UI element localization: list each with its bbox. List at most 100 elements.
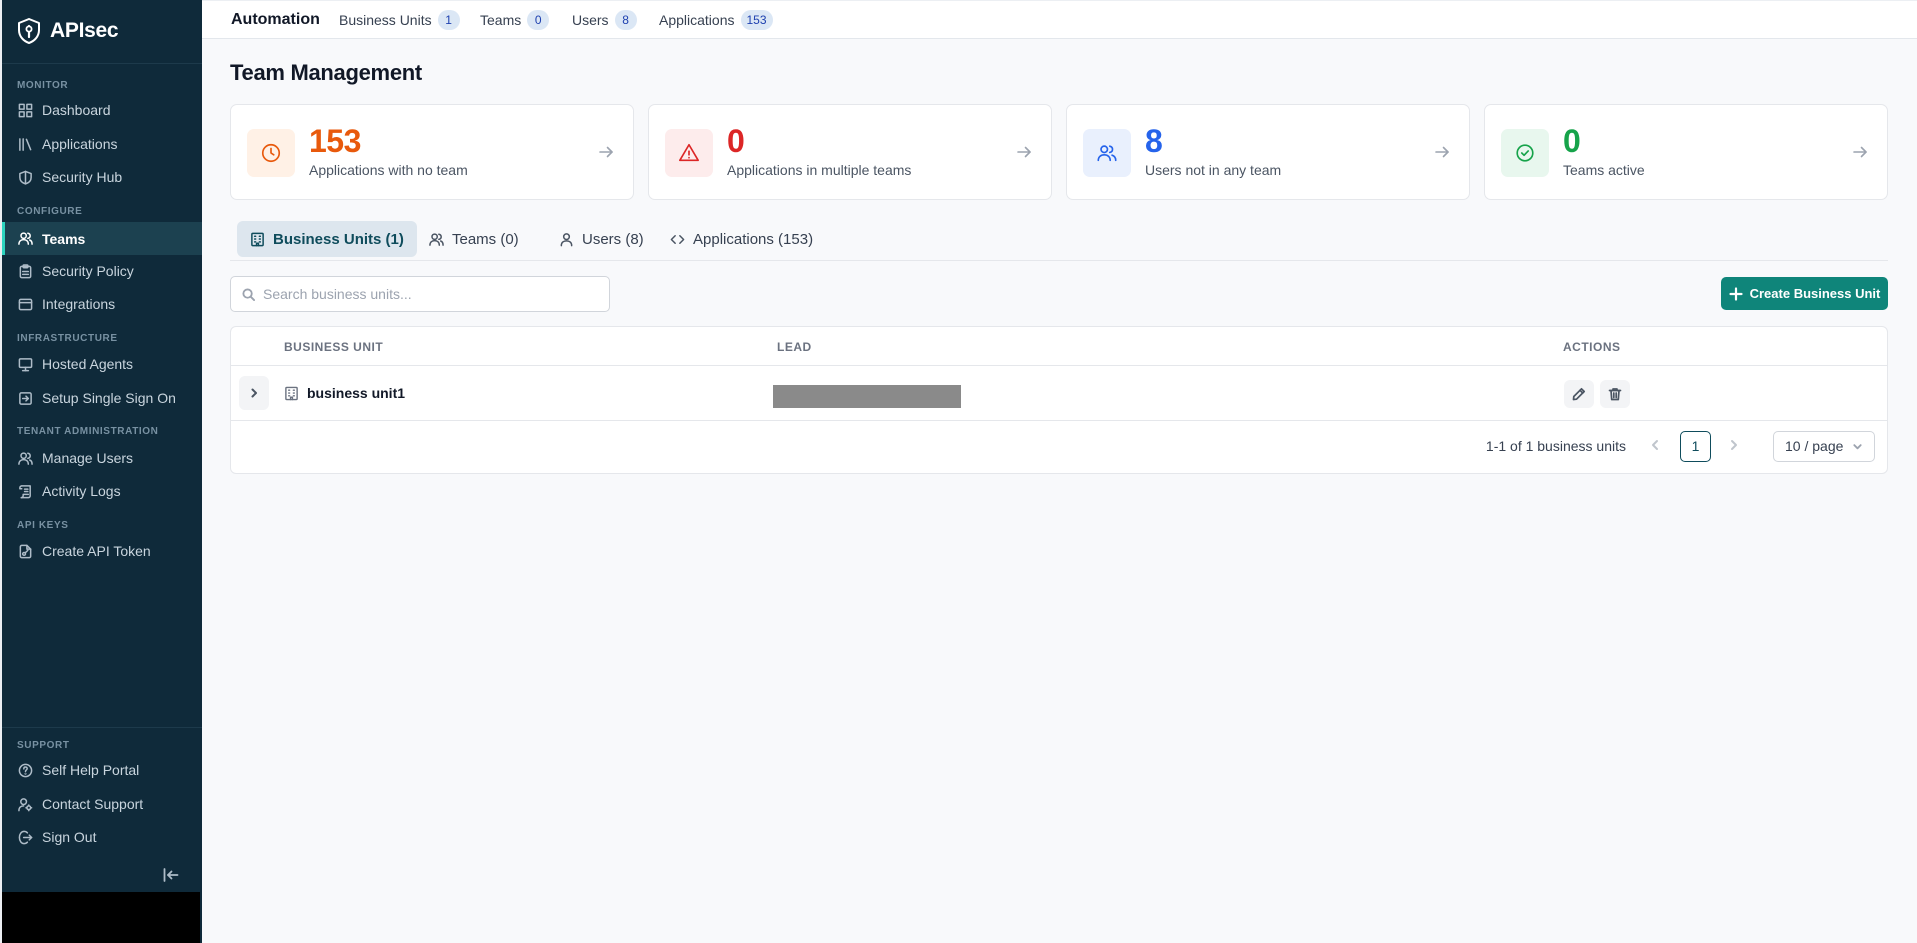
- page-size-select[interactable]: 10 / page: [1773, 430, 1875, 462]
- stat-label: Teams: [480, 12, 522, 28]
- sidebar-item-self-help-portal[interactable]: Self Help Portal: [2, 755, 202, 785]
- card-label: Applications in multiple teams: [727, 162, 912, 178]
- column-header-business-unit[interactable]: BUSINESS UNIT: [284, 340, 383, 354]
- sidebar-item-label: Teams: [42, 230, 86, 247]
- prev-page-button[interactable]: [1648, 438, 1664, 454]
- section-monitor: MONITOR: [17, 80, 69, 91]
- sidebar-item-sign-out[interactable]: Sign Out: [2, 822, 202, 852]
- sidebar: APIsec MONITOR Dashboard Applications Se…: [0, 0, 202, 943]
- users-icon: [18, 451, 33, 465]
- brand[interactable]: APIsec: [18, 18, 119, 44]
- sidebar-item-security-policy[interactable]: Security Policy: [2, 256, 202, 286]
- summary-card-teams-active[interactable]: 0 Teams active: [1484, 104, 1888, 200]
- tab-bar: Business Units (1) Teams (0) Users (8) A…: [230, 221, 1888, 261]
- check-circle-icon: [1516, 144, 1534, 162]
- section-configure: CONFIGURE: [17, 206, 83, 217]
- sidebar-item-create-api-token[interactable]: Create API Token: [2, 536, 202, 566]
- stat-count-badge: 153: [740, 10, 773, 30]
- card-icon-box: [1083, 129, 1131, 177]
- pagination: 1-1 of 1 business units 1 10 / page: [1486, 430, 1875, 462]
- sidebar-divider: [2, 63, 202, 64]
- sidebar-item-teams[interactable]: Teams: [2, 222, 202, 255]
- sidebar-item-label: Hosted Agents: [42, 356, 134, 372]
- arrow-right-icon: [1433, 143, 1451, 161]
- summary-card-users-no-team[interactable]: 8 Users not in any team: [1066, 104, 1470, 200]
- sign-in-icon: [19, 391, 32, 405]
- sidebar-item-label: Dashboard: [42, 102, 111, 118]
- redacted-user-area: [2, 892, 200, 943]
- lead-cell-redacted: [773, 385, 961, 408]
- sidebar-item-manage-users[interactable]: Manage Users: [2, 443, 202, 473]
- sidebar-item-security-hub[interactable]: Security Hub: [2, 162, 202, 192]
- stat-count-badge: 0: [527, 10, 550, 30]
- card-value: 153: [309, 123, 361, 159]
- column-header-lead[interactable]: LEAD: [777, 340, 812, 354]
- sidebar-item-label: Security Policy: [42, 263, 134, 279]
- stat-count-badge: 8: [614, 10, 637, 30]
- log-out-icon: [18, 830, 33, 844]
- topbar-stat-users[interactable]: Users 8: [572, 10, 637, 30]
- sidebar-item-activity-logs[interactable]: Activity Logs: [2, 476, 202, 506]
- building-icon: [251, 232, 264, 246]
- sidebar-item-setup-sso[interactable]: Setup Single Sign On: [2, 383, 202, 413]
- plus-icon: [1729, 286, 1743, 301]
- summary-card-apps-multiple-teams[interactable]: 0 Applications in multiple teams: [648, 104, 1052, 200]
- edit-button[interactable]: [1564, 380, 1594, 408]
- scroll-icon: [19, 484, 31, 498]
- topbar-stat-applications[interactable]: Applications 153: [659, 10, 773, 30]
- topbar-stat-business-units[interactable]: Business Units 1: [339, 10, 460, 30]
- pagination-total: 1-1 of 1 business units: [1485, 438, 1626, 454]
- create-business-unit-button[interactable]: Create Business Unit: [1721, 277, 1888, 310]
- window-icon: [18, 298, 33, 310]
- tab-applications[interactable]: Applications (153): [657, 221, 826, 257]
- building-icon: [285, 386, 298, 400]
- page-size-value: 10 / page: [1785, 438, 1844, 454]
- sidebar-item-applications[interactable]: Applications: [2, 129, 202, 159]
- monitor-icon: [18, 357, 33, 371]
- alert-triangle-icon: [679, 143, 699, 162]
- card-value: 8: [1145, 123, 1163, 159]
- tab-label: Business Units (1): [273, 230, 404, 248]
- search-box: [230, 276, 610, 312]
- apisec-shield-logo-icon: [18, 18, 40, 44]
- stat-label: Applications: [659, 12, 735, 28]
- business-units-table: BUSINESS UNIT LEAD ACTIONS business unit…: [230, 326, 1888, 474]
- stat-label: Users: [572, 12, 609, 28]
- search-icon: [242, 287, 255, 301]
- sidebar-item-integrations[interactable]: Integrations: [2, 289, 202, 319]
- help-circle-icon: [18, 763, 33, 777]
- section-infrastructure: INFRASTRUCTURE: [17, 333, 118, 344]
- section-api-keys: API KEYS: [17, 520, 69, 531]
- collapse-sidebar-button[interactable]: [162, 866, 182, 886]
- sidebar-item-label: Self Help Portal: [42, 762, 140, 778]
- section-support: SUPPORT: [17, 740, 70, 751]
- table-row[interactable]: business unit1: [231, 366, 1887, 421]
- tab-label: Teams (0): [452, 230, 519, 248]
- sidebar-item-hosted-agents[interactable]: Hosted Agents: [2, 349, 202, 379]
- clock-icon: [261, 143, 281, 163]
- users-icon: [429, 232, 444, 246]
- card-value: 0: [727, 123, 745, 159]
- expand-row-button[interactable]: [239, 376, 269, 410]
- tab-teams[interactable]: Teams (0): [416, 221, 532, 257]
- search-input[interactable]: [263, 286, 593, 302]
- sidebar-item-dashboard[interactable]: Dashboard: [2, 95, 202, 125]
- sidebar-item-contact-support[interactable]: Contact Support: [2, 789, 202, 819]
- collapse-left-icon: [163, 868, 179, 882]
- next-page-button[interactable]: [1727, 438, 1743, 454]
- file-key-icon: [19, 544, 32, 558]
- page-title: Team Management: [230, 60, 422, 85]
- user-icon: [560, 232, 573, 246]
- summary-card-apps-no-team[interactable]: 153 Applications with no team: [230, 104, 634, 200]
- topbar-stat-teams[interactable]: Teams 0: [480, 10, 550, 30]
- page-number-button[interactable]: 1: [1680, 430, 1711, 462]
- brand-name: APIsec: [50, 19, 119, 42]
- sidebar-item-label: Security Hub: [42, 169, 123, 185]
- tab-business-units[interactable]: Business Units (1): [237, 221, 417, 257]
- chevron-left-icon: [1652, 440, 1658, 450]
- card-label: Users not in any team: [1145, 162, 1282, 178]
- sidebar-divider: [2, 727, 202, 728]
- tab-users[interactable]: Users (8): [546, 221, 657, 257]
- delete-button[interactable]: [1600, 380, 1630, 408]
- button-label: Create Business Unit: [1749, 286, 1881, 301]
